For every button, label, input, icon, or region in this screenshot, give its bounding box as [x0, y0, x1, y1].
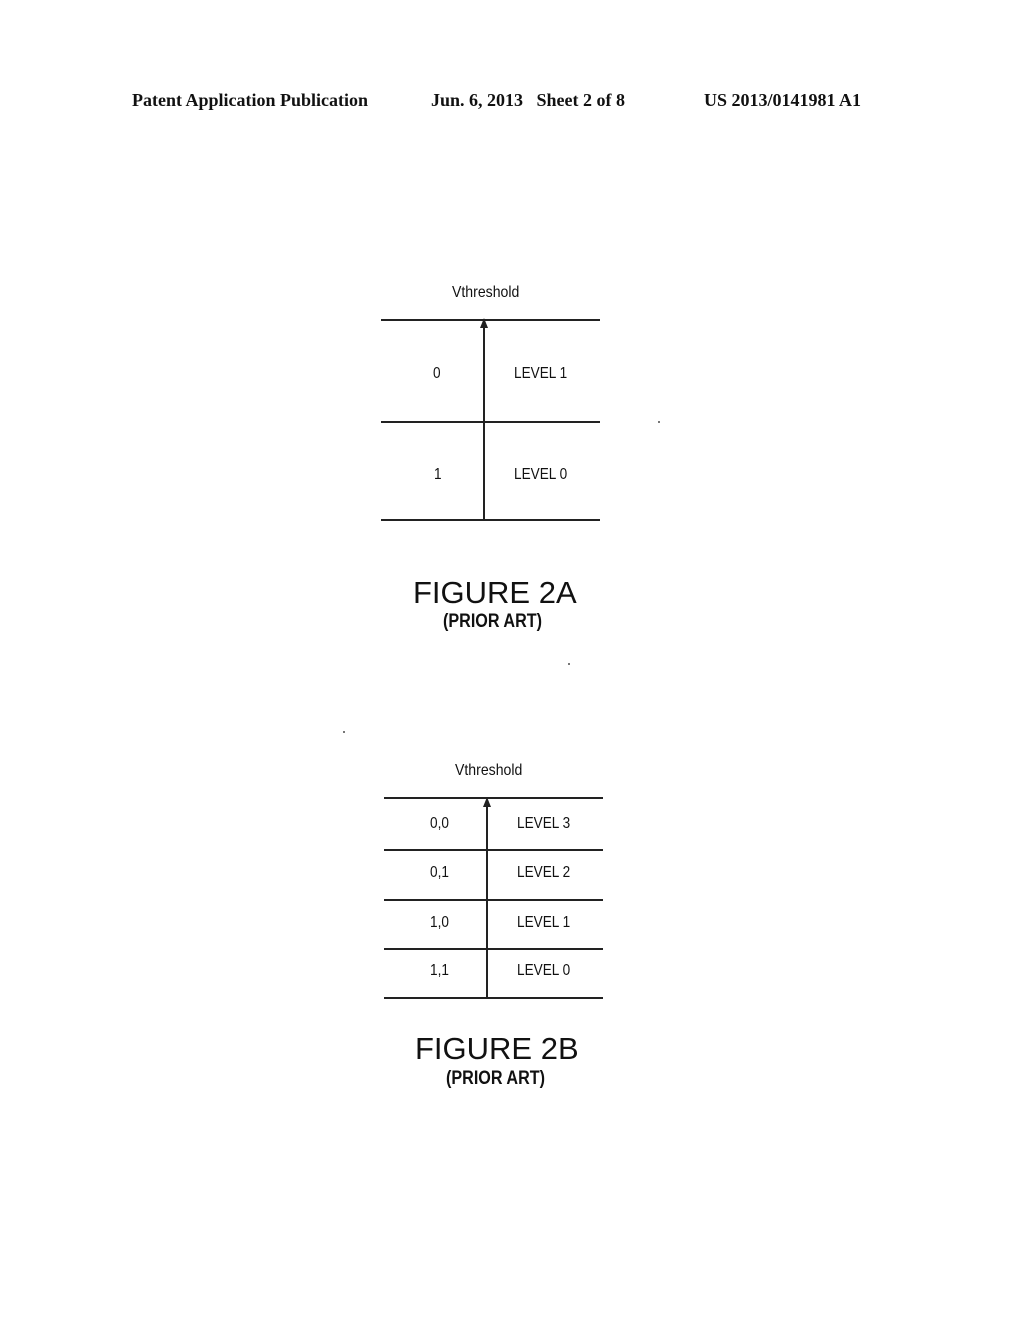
level-cell: LEVEL 1: [517, 914, 571, 931]
bits-cell: 0,1: [430, 864, 449, 881]
vthreshold-label: Vthreshold: [452, 284, 520, 301]
figure-title: FIGURE 2A: [413, 575, 577, 610]
scan-speck: [343, 731, 345, 733]
patent-number: US 2013/0141981 A1: [704, 90, 862, 110]
scan-speck: [568, 663, 570, 665]
vthreshold-axis: [486, 800, 488, 998]
divider-line: [384, 849, 603, 851]
vthreshold-label: Vthreshold: [455, 762, 523, 779]
scan-speck: [658, 421, 660, 423]
publication-label: Patent Application Publication: [132, 90, 369, 110]
level-cell: LEVEL 0: [517, 962, 571, 979]
bits-cell: 1: [434, 466, 442, 483]
level-cell: LEVEL 3: [517, 815, 571, 832]
bits-cell: 1,1: [430, 962, 449, 979]
divider-line: [381, 421, 600, 423]
divider-line: [384, 997, 603, 999]
bits-cell: 0: [433, 365, 441, 382]
vthreshold-axis: [483, 322, 485, 520]
arrow-up-icon: [480, 318, 488, 328]
divider-line: [384, 948, 603, 950]
divider-line: [384, 899, 603, 901]
level-cell: LEVEL 0: [514, 466, 568, 483]
divider-line: [384, 797, 603, 799]
date-sheet-label: Jun. 6, 2013 Sheet 2 of 8: [431, 90, 626, 110]
bits-cell: 1,0: [430, 914, 449, 931]
divider-line: [381, 519, 600, 521]
bits-cell: 0,0: [430, 815, 449, 832]
arrow-up-icon: [483, 797, 491, 807]
figure-title: FIGURE 2B: [415, 1031, 579, 1066]
level-cell: LEVEL 1: [514, 365, 568, 382]
figure-subtitle: (PRIOR ART): [446, 1068, 545, 1089]
figure-subtitle: (PRIOR ART): [443, 611, 542, 632]
divider-line: [381, 319, 600, 321]
level-cell: LEVEL 2: [517, 864, 571, 881]
